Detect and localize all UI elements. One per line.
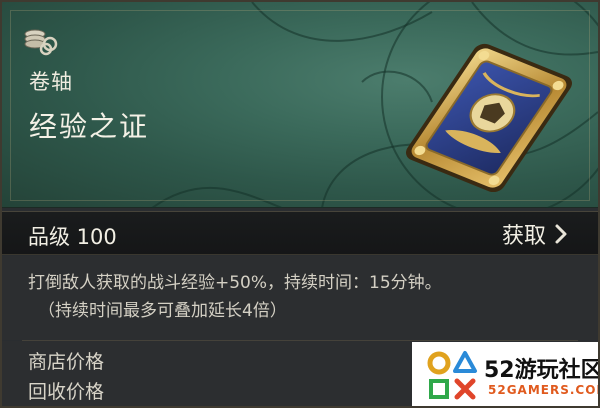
item-description: 打倒敌人获取的战斗经验+50%，持续时间：15分钟。 （持续时间最多可叠加延长4… <box>2 256 598 340</box>
description-note: （持续时间最多可叠加延长4倍） <box>38 301 287 321</box>
watermark-subtitle: 52GAMERS.COM <box>488 383 600 397</box>
item-name: 经验之证 <box>29 110 150 143</box>
item-tooltip-panel: 卷轴 经验之证 品级 100 获取 打倒敌人获取的战斗经验+50%，持续时间：1… <box>0 0 600 408</box>
obtain-label: 获取 <box>501 224 546 249</box>
watermark-title: 52游玩社区 <box>484 358 600 383</box>
grade-bar: 品级 100 获取 <box>2 211 598 255</box>
obtain-button[interactable]: 获取 <box>502 219 568 249</box>
item-category: 卷轴 <box>29 70 73 94</box>
recycle-price-label: 回收价格 <box>28 381 105 403</box>
chevron-right-icon <box>555 224 567 244</box>
coins-scroll-icon <box>24 29 58 56</box>
gamepad-symbols-logo <box>427 351 477 400</box>
shop-price-label: 商店价格 <box>28 351 105 373</box>
ornate-card-icon <box>406 43 572 192</box>
item-grade: 品级 100 <box>28 225 117 249</box>
item-header: 卷轴 经验之证 <box>2 2 598 208</box>
site-watermark: 52游玩社区 52GAMERS.COM <box>412 342 600 406</box>
description-line: 打倒敌人获取的战斗经验+50%，持续时间：15分钟。 <box>28 273 442 293</box>
